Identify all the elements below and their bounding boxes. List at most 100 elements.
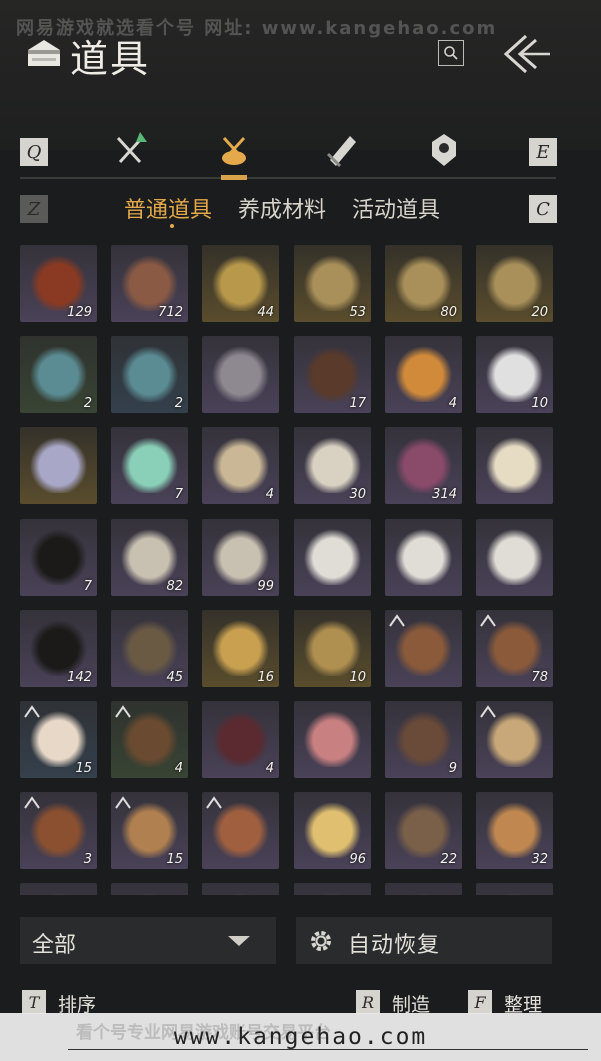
item-slot[interactable]: [294, 519, 371, 596]
footer-url: www.kangehao.com: [173, 1024, 428, 1050]
item-slot[interactable]: [476, 427, 553, 504]
item-slot[interactable]: 20: [476, 245, 553, 322]
item-slot[interactable]: 2: [111, 336, 188, 413]
search-icon: [444, 46, 458, 60]
craft-key[interactable]: R: [356, 990, 380, 1014]
item-slot[interactable]: 32: [476, 792, 553, 869]
item-slot[interactable]: 44: [202, 245, 279, 322]
crossed-swords-icon: [116, 132, 147, 164]
item-slot[interactable]: 2: [20, 336, 97, 413]
sort-key[interactable]: T: [22, 990, 46, 1014]
item-slot[interactable]: [202, 883, 279, 895]
item-slot[interactable]: 4: [202, 427, 279, 504]
search-button[interactable]: [438, 40, 464, 66]
item-slot[interactable]: 80: [385, 245, 462, 322]
gear-icon: [311, 931, 331, 951]
next-subtab-key[interactable]: C: [529, 195, 557, 223]
berry-bowl-icon: [208, 707, 273, 767]
item-slot[interactable]: 142: [20, 610, 97, 687]
gold-chest-armor-icon: [482, 251, 547, 311]
partial-icon: [26, 889, 91, 895]
teal-bag-icon: [26, 342, 91, 402]
item-slot[interactable]: [385, 610, 462, 687]
carved-chest-icon: [117, 251, 182, 311]
gold-chest-shell-icon: [208, 251, 273, 311]
tab-weapons[interactable]: [110, 128, 150, 172]
item-slot[interactable]: [294, 701, 371, 778]
item-slot[interactable]: [20, 427, 97, 504]
item-slot[interactable]: 10: [294, 610, 371, 687]
category-underline: [20, 177, 556, 179]
item-slot[interactable]: [476, 883, 553, 895]
back-arrow-icon[interactable]: [496, 32, 552, 76]
item-slot[interactable]: 3: [20, 792, 97, 869]
fabric-box-icon: [391, 433, 456, 493]
item-slot[interactable]: 99: [202, 519, 279, 596]
item-slot[interactable]: 314: [385, 427, 462, 504]
item-slot[interactable]: 53: [294, 245, 371, 322]
item-grid: 129 712 44 53 80 20 2 2 17 4 10 7 4 30 314 7 82 99 142 45 16…: [20, 245, 560, 895]
item-slot[interactable]: 17: [294, 336, 371, 413]
item-slot[interactable]: [20, 883, 97, 895]
item-count: 314: [432, 487, 457, 502]
item-count: 30: [349, 487, 366, 502]
item-slot[interactable]: 15: [111, 792, 188, 869]
item-slot[interactable]: 4: [111, 701, 188, 778]
partial-icon: [300, 889, 365, 895]
next-category-key[interactable]: E: [529, 138, 557, 166]
item-count: 82: [166, 579, 183, 594]
item-count: 15: [166, 852, 183, 867]
grey-bag-icon: [208, 342, 273, 402]
item-slot[interactable]: 16: [202, 610, 279, 687]
active-category-marker: [221, 175, 247, 180]
item-slot[interactable]: [385, 883, 462, 895]
item-slot[interactable]: 4: [202, 701, 279, 778]
item-count: 96: [349, 852, 366, 867]
item-slot[interactable]: 129: [20, 245, 97, 322]
item-slot[interactable]: 712: [111, 245, 188, 322]
subtab-event-items[interactable]: 活动道具: [352, 192, 440, 224]
item-slot[interactable]: 82: [111, 519, 188, 596]
bronze-helmet-icon: [117, 616, 182, 676]
tab-items[interactable]: [214, 128, 254, 172]
prev-subtab-key[interactable]: Z: [20, 195, 48, 223]
item-slot[interactable]: 7: [111, 427, 188, 504]
item-slot[interactable]: [476, 519, 553, 596]
subtab-normal-items[interactable]: 普通道具: [124, 192, 212, 224]
item-count: 32: [531, 852, 548, 867]
buff-indicator-icon: [23, 704, 41, 720]
filter-dropdown[interactable]: 全部: [20, 917, 276, 964]
item-count: 712: [158, 305, 183, 320]
item-slot[interactable]: [111, 883, 188, 895]
item-slot[interactable]: 22: [385, 792, 462, 869]
item-slot[interactable]: 15: [20, 701, 97, 778]
buff-indicator-icon: [23, 795, 41, 811]
item-slot[interactable]: 96: [294, 792, 371, 869]
organize-key[interactable]: F: [468, 990, 492, 1014]
item-slot[interactable]: [476, 701, 553, 778]
porcelain-jar-icon: [300, 433, 365, 493]
partial-icon: [117, 889, 182, 895]
item-slot[interactable]: [202, 336, 279, 413]
item-count: 53: [349, 305, 366, 320]
item-slot[interactable]: 78: [476, 610, 553, 687]
item-slot[interactable]: 9: [385, 701, 462, 778]
buff-indicator-icon: [114, 795, 132, 811]
tab-scrolls[interactable]: [322, 128, 362, 172]
item-count: 99: [257, 579, 274, 594]
card-crane-icon: [482, 525, 547, 585]
footer-divider: [68, 1049, 588, 1050]
item-slot[interactable]: 30: [294, 427, 371, 504]
item-slot[interactable]: 45: [111, 610, 188, 687]
scroll-quill-icon: [326, 136, 356, 168]
auto-restore-button[interactable]: 自动恢复: [296, 917, 552, 964]
item-slot[interactable]: 10: [476, 336, 553, 413]
tab-gems[interactable]: [424, 128, 464, 172]
item-slot[interactable]: [385, 519, 462, 596]
prev-category-key[interactable]: Q: [20, 138, 48, 166]
item-slot[interactable]: 4: [385, 336, 462, 413]
subtab-materials[interactable]: 养成材料: [238, 192, 326, 224]
item-slot[interactable]: [202, 792, 279, 869]
item-slot[interactable]: 7: [20, 519, 97, 596]
item-slot[interactable]: [294, 883, 371, 895]
